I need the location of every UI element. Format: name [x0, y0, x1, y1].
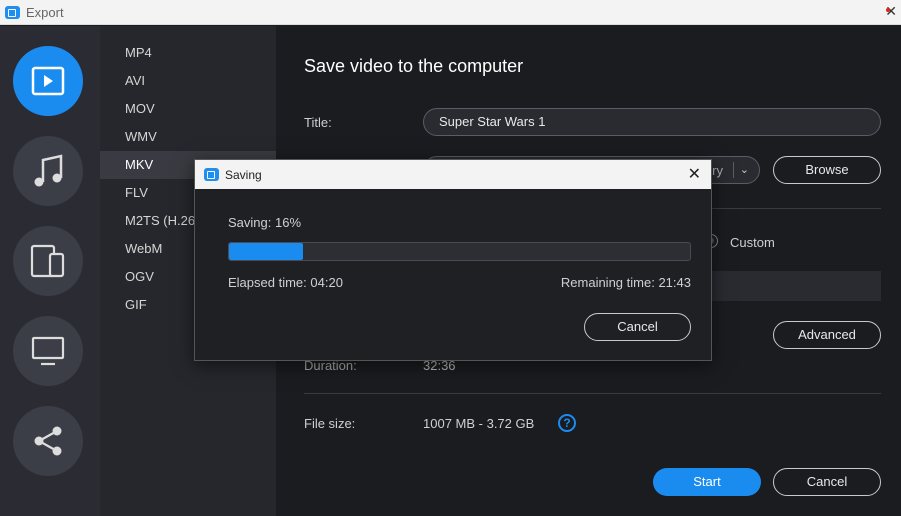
app-logo-icon: [204, 168, 219, 181]
browse-button[interactable]: Browse: [773, 156, 881, 184]
start-button[interactable]: Start: [653, 468, 761, 496]
window-title: Export: [26, 4, 64, 20]
tv-icon: [31, 336, 65, 366]
remaining-value: 21:43: [658, 275, 691, 290]
saving-status: Saving: 16%: [228, 215, 301, 230]
format-item-wmv[interactable]: WMV: [100, 123, 276, 151]
rail-audio-button[interactable]: [13, 136, 83, 206]
format-item-mov[interactable]: MOV: [100, 95, 276, 123]
app-logo-icon: [5, 5, 20, 19]
saving-dialog-title: Saving: [225, 167, 262, 182]
dialog-cancel-button[interactable]: Cancel: [584, 313, 691, 341]
remaining-label: Remaining time:: [560, 275, 655, 290]
elapsed-value: 04:20: [310, 275, 343, 290]
progress-bar: [228, 242, 691, 261]
window-titlebar: Export ✕: [0, 0, 901, 25]
cancel-button[interactable]: Cancel: [773, 468, 881, 496]
advanced-button[interactable]: Advanced: [773, 321, 881, 349]
rail-video-button[interactable]: [13, 46, 83, 116]
close-icon[interactable]: ✕: [688, 164, 701, 184]
saving-label: Saving:: [228, 215, 272, 230]
music-icon: [34, 154, 63, 187]
category-rail: [0, 26, 100, 516]
rail-devices-button[interactable]: [13, 226, 83, 296]
format-item-mp4[interactable]: MP4: [100, 39, 276, 67]
format-item-avi[interactable]: AVI: [100, 67, 276, 95]
notification-dot-icon: [886, 8, 890, 12]
video-icon: [31, 66, 65, 96]
saving-percent: 16%: [275, 215, 302, 230]
chevron-down-icon: ⌄: [732, 162, 749, 178]
title-label: Title:: [304, 115, 332, 130]
custom-label: Custom: [730, 235, 775, 250]
filesize-label: File size:: [304, 416, 356, 431]
rail-share-button[interactable]: [13, 406, 83, 476]
filesize-value: 1007 MB - 3.72 GB: [423, 416, 535, 431]
help-icon[interactable]: ?: [558, 414, 576, 432]
saving-dialog-titlebar: Saving ✕: [195, 160, 711, 189]
divider: [304, 393, 881, 394]
elapsed-label: Elapsed time:: [228, 275, 307, 290]
rail-tv-button[interactable]: [13, 316, 83, 386]
devices-icon: [30, 244, 65, 278]
share-icon: [34, 426, 62, 456]
quality-field[interactable]: [706, 271, 881, 301]
title-input[interactable]: Super Star Wars 1: [423, 108, 881, 136]
saving-dialog: Saving ✕ Saving: 16% Elapsed time: 04:20…: [194, 159, 712, 361]
remaining-time: Remaining time: 21:43: [561, 275, 691, 290]
elapsed-time: Elapsed time: 04:20: [228, 275, 343, 290]
progress-bar-fill: [229, 243, 303, 260]
page-title: Save video to the computer: [304, 56, 524, 76]
folder-select-text: ry: [712, 163, 723, 178]
